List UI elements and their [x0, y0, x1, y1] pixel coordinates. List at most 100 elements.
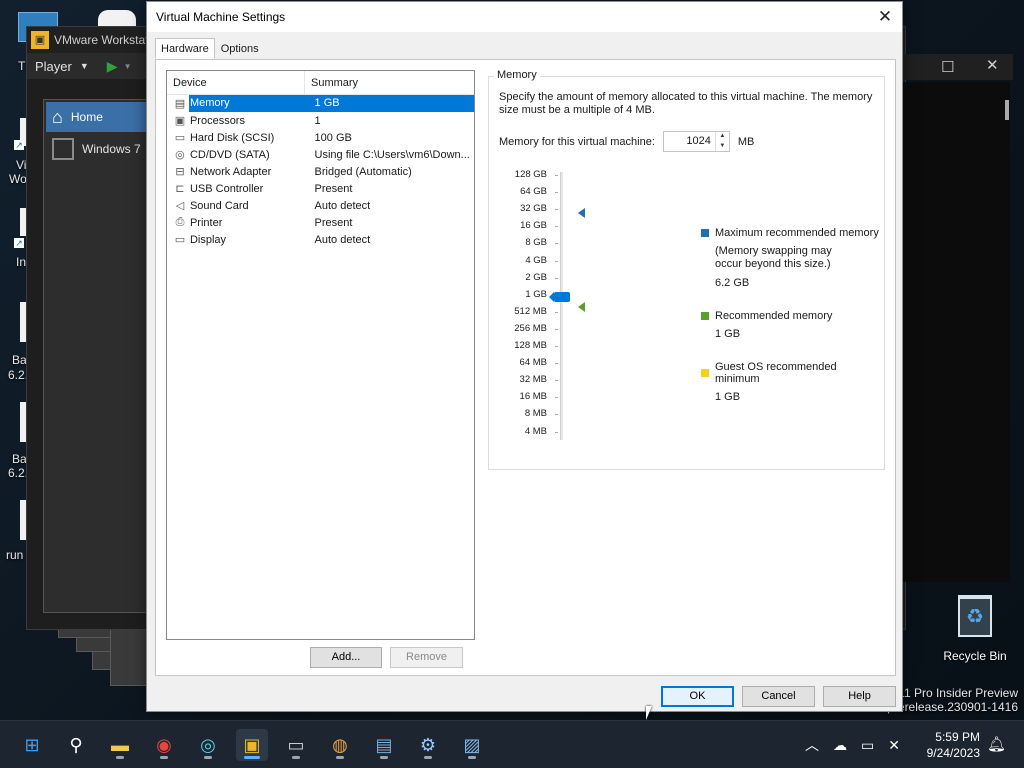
notification-bell-icon[interactable]: 🔔︎	[987, 735, 1006, 753]
chevron-down-icon[interactable]: ▼	[716, 142, 729, 152]
chevron-up-icon[interactable]: ▲	[716, 132, 729, 142]
system-tray: ︿ ☁ ▭ ✕	[805, 721, 900, 768]
vm-icon	[52, 138, 74, 160]
scale-label: 4 MB	[524, 425, 547, 437]
memory-stepper-buttons: ▲ ▼	[714, 132, 729, 152]
desktop-icon-label: Wo	[9, 172, 27, 186]
tab-hardware[interactable]: Hardware	[155, 38, 215, 59]
device-list[interactable]: Device Summary ▤ Memory 1 GB ▣ Processors 1 ▭ H…	[166, 70, 475, 640]
memory-description: Specify the amount of memory allocated t…	[499, 91, 873, 116]
scale-tick	[555, 277, 558, 279]
legend-label: Guest OS recommended minimum	[714, 361, 837, 385]
library-item-windows-7[interactable]: Windows 7	[44, 134, 152, 164]
scale-tick	[555, 380, 558, 382]
chrome-icon[interactable]: ◉	[148, 729, 180, 761]
terminal-icon[interactable]: ▭	[280, 729, 312, 761]
dialog-title-bar[interactable]: Virtual Machine Settings ✕	[147, 2, 902, 32]
column-header-summary[interactable]: Summary	[305, 71, 358, 94]
device-summary: Auto detect	[314, 233, 371, 246]
chevron-up-icon[interactable]: ︿	[805, 735, 819, 755]
memory-slider-track[interactable]	[560, 172, 563, 440]
clock-time: 5:59 PM	[935, 730, 980, 744]
settings-icon[interactable]: ⚙	[412, 729, 444, 761]
device-row-network-adapter[interactable]: ⊟ Network Adapter Bridged (Automatic)	[167, 163, 474, 180]
device-name: Network Adapter	[189, 165, 272, 178]
running-indicator	[244, 756, 260, 759]
scale-label: 128 GB	[514, 169, 547, 180]
running-indicator	[204, 756, 212, 759]
vmware-icon[interactable]: ▣	[236, 729, 268, 761]
device-row-processors[interactable]: ▣ Processors 1	[167, 112, 474, 129]
column-header-device[interactable]: Device	[167, 71, 305, 94]
desktop-icon-label: Vi	[16, 158, 27, 172]
network-icon[interactable]: ▭	[861, 737, 874, 754]
dialog-tabs: Hardware Options	[155, 38, 265, 59]
tab-options[interactable]: Options	[215, 38, 265, 59]
scale-tick	[555, 363, 558, 365]
background-window-scrollbar[interactable]	[1005, 100, 1009, 120]
memory-stepper[interactable]: 1024 ▲ ▼	[662, 131, 730, 152]
close-icon[interactable]: ✕	[986, 56, 999, 74]
library-item-home[interactable]: ⌂ Home	[46, 102, 150, 132]
device-name: CD/DVD (SATA)	[189, 148, 270, 161]
ok-button[interactable]: OK	[661, 686, 734, 707]
memory-field-label: Memory for this virtual machine:	[499, 135, 655, 148]
play-icon[interactable]: ▶	[107, 58, 118, 75]
search-icon: ⚲	[69, 734, 83, 755]
device-row-sound-card[interactable]: ◁ Sound Card Auto detect	[167, 197, 474, 214]
clock[interactable]: 5:59 PM 9/24/2023	[927, 729, 980, 761]
memory-input[interactable]: 1024	[664, 132, 715, 151]
start-button[interactable]: ⊞	[16, 729, 48, 761]
device-row-hard-disk-scsi[interactable]: ▭ Hard Disk (SCSI) 100 GB	[167, 129, 474, 146]
close-icon[interactable]: ✕	[868, 2, 902, 32]
mouse-cursor	[646, 706, 658, 720]
scale-label: 256 MB	[514, 322, 547, 334]
running-indicator	[292, 756, 300, 759]
help-button[interactable]: Help	[823, 686, 896, 707]
memory-slider-thumb[interactable]	[549, 292, 570, 302]
keyboard-app-icon[interactable]: ▤	[368, 729, 400, 761]
device-name: USB Controller	[189, 182, 264, 195]
dialog-title: Virtual Machine Settings	[156, 10, 286, 24]
device-row-usb-controller[interactable]: ⊏ USB Controller Present	[167, 180, 474, 197]
network-adapter-icon: ⊟	[175, 166, 185, 178]
desktop-icon-label: In	[16, 255, 27, 269]
recycle-bin-icon: ♻	[958, 595, 992, 637]
scale-tick	[555, 431, 558, 433]
scale-tick	[555, 328, 558, 330]
player-menu-button[interactable]: Player ▼	[35, 59, 89, 74]
onedrive-icon[interactable]: ☁	[833, 737, 847, 754]
shortcut-arrow-icon: ↗	[14, 140, 24, 150]
scale-label: 32 GB	[520, 203, 547, 215]
remove-button[interactable]: Remove	[390, 647, 463, 668]
device-row-memory[interactable]: ▤ Memory 1 GB	[167, 95, 474, 112]
resource-monitor-icon[interactable]: ▨	[456, 729, 488, 761]
device-name: Processors	[189, 114, 245, 127]
device-row-cd-dvd-sata[interactable]: ◎ CD/DVD (SATA) Using file C:\Users\vm6\Do…	[167, 146, 474, 163]
scale-label: 64 MB	[519, 357, 547, 369]
scale-label: 2 GB	[525, 271, 547, 283]
chevron-down-icon: ▼	[79, 61, 89, 71]
legend-label: Maximum recommended memory	[715, 227, 879, 239]
device-row-display[interactable]: ▭ Display Auto detect	[167, 231, 474, 248]
running-indicator	[380, 756, 388, 759]
device-name: Memory	[188, 95, 310, 112]
device-name: Hard Disk (SCSI)	[189, 131, 275, 144]
search-button[interactable]: ⚲	[60, 729, 92, 761]
file-explorer-icon[interactable]: ▬	[104, 729, 136, 761]
disc-burner-icon[interactable]: ◍	[324, 729, 356, 761]
maximize-icon[interactable]: ☐	[941, 58, 954, 76]
scale-label: 4 GB	[525, 254, 547, 266]
device-row-printer[interactable]: ⎙ Printer Present	[167, 214, 474, 231]
volume-muted-icon[interactable]: ✕	[888, 737, 900, 754]
vmware-library: ⌂ Home Windows 7	[43, 99, 153, 613]
memory-icon: ▤	[174, 98, 186, 110]
add-button[interactable]: Add...	[310, 647, 382, 668]
clock-date: 9/24/2023	[926, 746, 980, 760]
device-name: Display	[189, 233, 227, 246]
chevron-down-icon[interactable]: ▼	[124, 62, 132, 71]
scale-tick	[555, 226, 558, 228]
app-icon[interactable]: ◎	[192, 729, 224, 761]
recycle-bin[interactable]: ♻ Recycle Bin	[940, 595, 1010, 663]
cancel-button[interactable]: Cancel	[742, 686, 815, 707]
